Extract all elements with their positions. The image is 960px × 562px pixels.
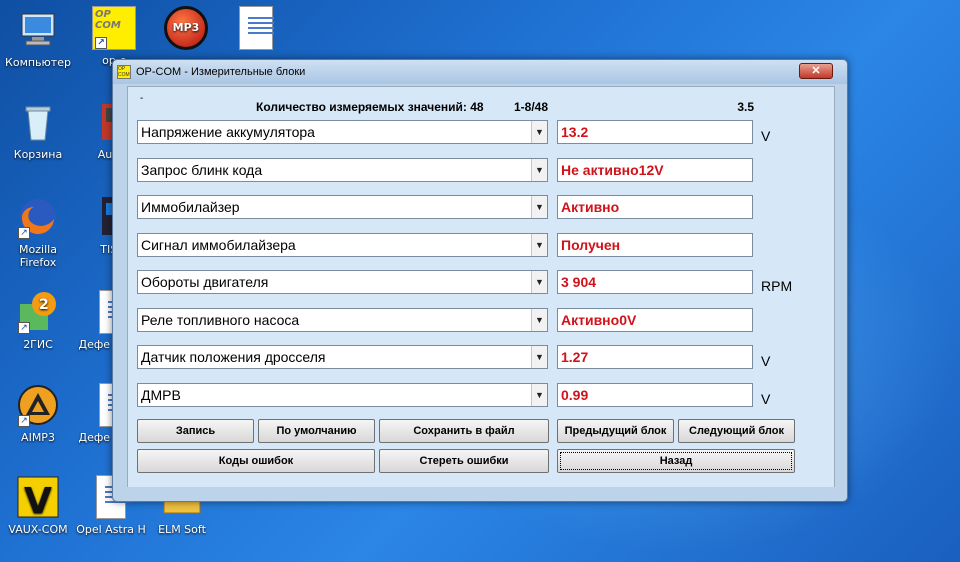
parameter-unit: RPM bbox=[761, 278, 793, 294]
desktop-icon-opcom[interactable]: OP COM ↗ op-c bbox=[76, 6, 152, 67]
parameter-unit: V bbox=[761, 128, 771, 144]
svg-text:2: 2 bbox=[39, 297, 49, 313]
word-document-icon bbox=[239, 6, 274, 50]
window-title: OP-COM - Измерительные блоки bbox=[136, 66, 306, 78]
desktop-icon-firefox[interactable]: ↗ Mozilla Firefox bbox=[0, 195, 76, 269]
opcom-logo-text: OP COM bbox=[95, 9, 121, 31]
desktop-icon-aimp3[interactable]: ↗ AIMP3 bbox=[0, 383, 76, 444]
shortcut-arrow-icon: ↗ bbox=[18, 227, 30, 239]
opcom-window: OP COM OP-COM - Измерительные блоки ✕ - … bbox=[112, 59, 848, 502]
desktop-icon-vaux-com[interactable]: V VAUX-COM bbox=[0, 475, 76, 536]
chevron-down-icon[interactable]: ▼ bbox=[531, 121, 547, 143]
parameter-name: Реле топливного насоса bbox=[141, 312, 300, 328]
desktop-icon-label: Mozilla Firefox bbox=[19, 243, 57, 269]
shortcut-arrow-icon: ↗ bbox=[18, 415, 30, 427]
mp3-player-icon: MP3 bbox=[164, 6, 208, 50]
parameter-select[interactable]: ДМРВ ▼ bbox=[137, 383, 548, 407]
desktop-icon-label: Opel Astra H bbox=[76, 523, 146, 536]
desktop-icon-recycle-bin[interactable]: Корзина bbox=[0, 100, 76, 161]
measurement-panel: - Количество измеряемых значений: 48 1-8… bbox=[127, 86, 835, 488]
header-dash: - bbox=[140, 93, 144, 104]
parameter-select[interactable]: Датчик положения дросселя ▼ bbox=[137, 345, 548, 369]
chevron-down-icon[interactable]: ▼ bbox=[531, 384, 547, 406]
values-count-label: Количество измеряемых значений: 48 bbox=[256, 100, 484, 114]
desktop-icon-label: AIMP3 bbox=[21, 431, 55, 444]
parameter-value: 13.2 bbox=[557, 120, 753, 144]
measurement-row: ДМРВ ▼ 0.99 V bbox=[137, 383, 817, 407]
aimp-icon: ↗ bbox=[16, 383, 60, 427]
parameter-select[interactable]: Реле топливного насоса ▼ bbox=[137, 308, 548, 332]
measurement-row: Напряжение аккумулятора ▼ 13.2 V bbox=[137, 120, 817, 144]
parameter-name: Сигнал иммобилайзера bbox=[141, 237, 296, 253]
desktop-icon-label: 2ГИС bbox=[23, 338, 53, 351]
parameter-value: 1.27 bbox=[557, 345, 753, 369]
parameter-select[interactable]: Запрос блинк кода ▼ bbox=[137, 158, 548, 182]
desktop-icon-label: Компьютер bbox=[5, 56, 71, 69]
chevron-down-icon[interactable]: ▼ bbox=[531, 159, 547, 181]
chevron-down-icon[interactable]: ▼ bbox=[531, 271, 547, 293]
firefox-icon: ↗ bbox=[16, 195, 60, 239]
desktop-icon-2gis[interactable]: 2 ↗ 2ГИС bbox=[0, 290, 76, 351]
parameter-name: Иммобилайзер bbox=[141, 199, 240, 215]
desktop-icon-label: ELM Soft bbox=[158, 523, 206, 536]
chevron-down-icon[interactable]: ▼ bbox=[531, 234, 547, 256]
parameter-name: Обороты двигателя bbox=[141, 274, 269, 290]
recycle-bin-icon bbox=[16, 100, 60, 144]
measurement-row: Запрос блинк кода ▼ Не активно12V bbox=[137, 158, 817, 182]
record-button[interactable]: Запись bbox=[137, 419, 254, 443]
parameter-name: Датчик положения дросселя bbox=[141, 349, 326, 365]
close-button[interactable]: ✕ bbox=[799, 63, 833, 79]
desktop-icon-computer[interactable]: Компьютер bbox=[0, 8, 76, 69]
parameter-value: Активно0V bbox=[557, 308, 753, 332]
parameter-value: Получен bbox=[557, 233, 753, 257]
parameter-name: ДМРВ bbox=[141, 387, 181, 403]
measurement-row: Реле топливного насоса ▼ Активно0V bbox=[137, 308, 817, 332]
svg-text:V: V bbox=[24, 481, 52, 519]
shortcut-arrow-icon: ↗ bbox=[95, 37, 107, 49]
parameter-select[interactable]: Сигнал иммобилайзера ▼ bbox=[137, 233, 548, 257]
desktop-icon-label: Корзина bbox=[13, 148, 63, 161]
parameter-value: 3 904 bbox=[557, 270, 753, 294]
parameter-name: Напряжение аккумулятора bbox=[141, 124, 315, 140]
desktop-icon-label: VAUX-COM bbox=[8, 523, 68, 536]
parameter-value: Не активно12V bbox=[557, 158, 753, 182]
window-titlebar[interactable]: OP COM OP-COM - Измерительные блоки ✕ bbox=[113, 60, 847, 84]
measurement-row: Обороты двигателя ▼ 3 904 RPM bbox=[137, 270, 817, 294]
computer-icon bbox=[16, 8, 60, 52]
measurement-row: Датчик положения дросселя ▼ 1.27 V bbox=[137, 345, 817, 369]
parameter-unit: V bbox=[761, 391, 771, 407]
default-button[interactable]: По умолчанию bbox=[258, 419, 375, 443]
2gis-icon: 2 ↗ bbox=[16, 290, 60, 334]
window-icon-text: OP COM bbox=[118, 66, 130, 78]
parameter-select[interactable]: Напряжение аккумулятора ▼ bbox=[137, 120, 548, 144]
save-to-file-button[interactable]: Сохранить в файл bbox=[379, 419, 549, 443]
chevron-down-icon[interactable]: ▼ bbox=[531, 346, 547, 368]
desktop-icon-doc-top[interactable] bbox=[218, 6, 294, 54]
clear-errors-button[interactable]: Стереть ошибки bbox=[379, 449, 549, 473]
measurement-row: Иммобилайзер ▼ Активно bbox=[137, 195, 817, 219]
previous-block-button[interactable]: Предыдущий блок bbox=[557, 419, 674, 443]
parameter-name: Запрос блинк кода bbox=[141, 162, 263, 178]
opcom-window-icon: OP COM bbox=[117, 65, 131, 79]
error-codes-button[interactable]: Коды ошибок bbox=[137, 449, 375, 473]
shortcut-arrow-icon: ↗ bbox=[18, 322, 30, 334]
measurement-row: Сигнал иммобилайзера ▼ Получен bbox=[137, 233, 817, 257]
back-button[interactable]: Назад bbox=[557, 449, 795, 473]
chevron-down-icon[interactable]: ▼ bbox=[531, 196, 547, 218]
parameter-value: 0.99 bbox=[557, 383, 753, 407]
opcom-logo-icon: OP COM ↗ bbox=[92, 6, 136, 50]
vaux-com-icon: V bbox=[16, 475, 60, 522]
parameter-select[interactable]: Обороты двигателя ▼ bbox=[137, 270, 548, 294]
parameter-value: Активно bbox=[557, 195, 753, 219]
version-label: 3.5 bbox=[737, 100, 754, 114]
status-bar bbox=[127, 487, 835, 497]
desktop-icon-mp3[interactable]: MP3 bbox=[148, 6, 224, 54]
parameter-select[interactable]: Иммобилайзер ▼ bbox=[137, 195, 548, 219]
next-block-button[interactable]: Следующий блок bbox=[678, 419, 795, 443]
chevron-down-icon[interactable]: ▼ bbox=[531, 309, 547, 331]
values-range-label: 1-8/48 bbox=[514, 100, 549, 114]
parameter-unit: V bbox=[761, 353, 771, 369]
mp3-icon-text: MP3 bbox=[172, 21, 200, 34]
